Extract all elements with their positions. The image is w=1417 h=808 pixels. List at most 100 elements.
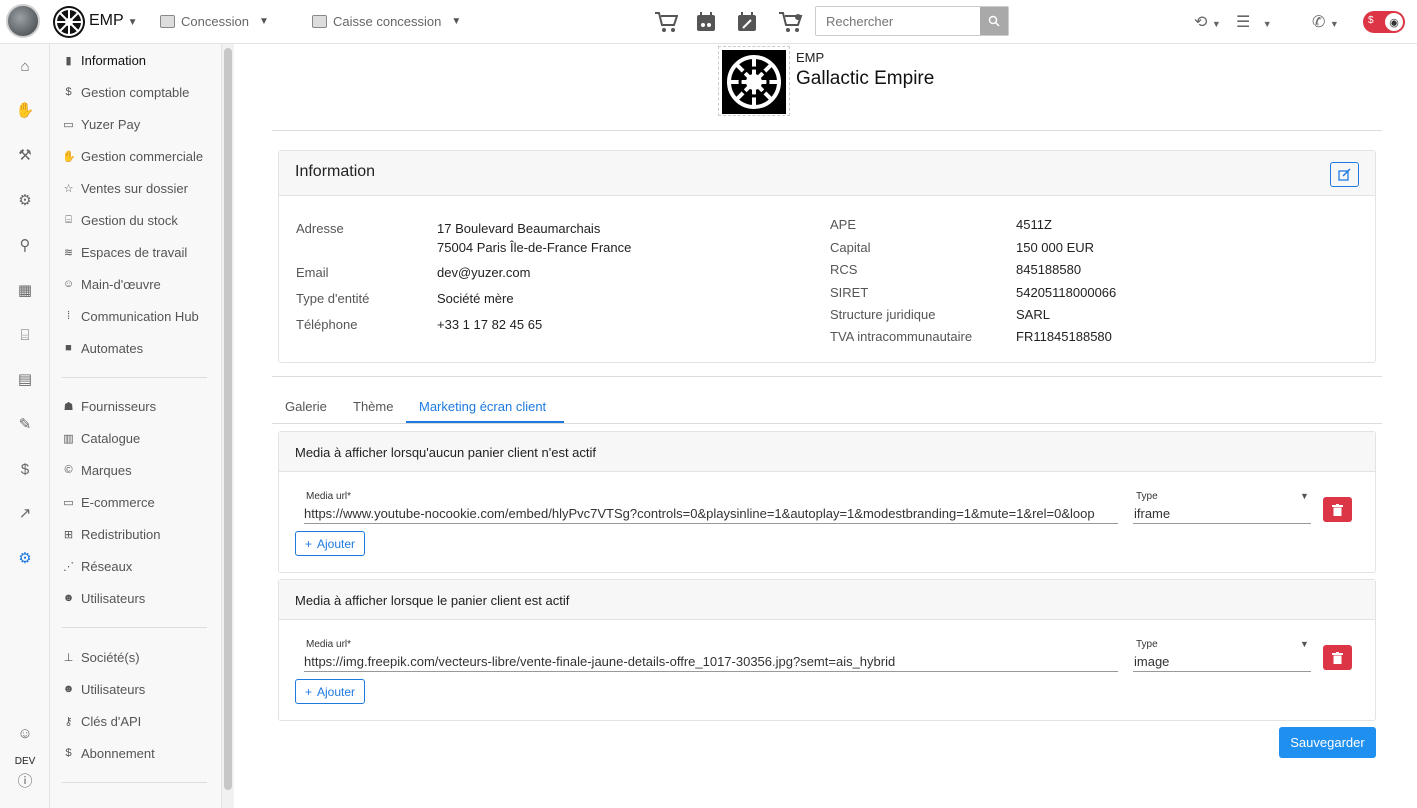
nodes-icon: ⋰: [63, 560, 74, 573]
media-url-label: Media url*: [306, 639, 352, 650]
delete-button[interactable]: [1323, 497, 1352, 522]
sidebar-item-label: E-commerce: [81, 494, 155, 510]
tasks-icon[interactable]: ☰ ▼: [1236, 12, 1272, 32]
sidebar-item-information[interactable]: ▮ Information: [62, 50, 146, 70]
add-media-button[interactable]: + Ajouter: [295, 679, 366, 704]
supplier-icon: ☗: [63, 400, 74, 413]
org-switcher[interactable]: EMP ▼: [89, 12, 138, 30]
sidebar-item-utilisateurs-2[interactable]: ☻ Utilisateurs: [62, 679, 146, 699]
tab-galerie[interactable]: Galerie: [285, 399, 327, 414]
sidebar-item-label: Catalogue: [81, 430, 141, 446]
scrollbar-thumb[interactable]: [224, 48, 232, 790]
wrench-icon[interactable]: ✎: [12, 413, 38, 435]
ape-label: APE: [830, 217, 857, 232]
building-icon: ▮: [65, 54, 72, 67]
sidebar-item-abonnement[interactable]: $ Abonnement: [62, 743, 154, 763]
phone-icon[interactable]: ✆ ▼: [1312, 12, 1339, 32]
phone-value: +33 1 17 82 45 65: [437, 317, 543, 332]
address-line1: 17 Boulevard Beaumarchais: [437, 221, 601, 236]
worker-icon[interactable]: ⚒: [12, 144, 38, 166]
icon-rail: ⌂ ✋ ⚒ ⚙ ⚲ ▦ ⌸ ▤ ✎ $ ↗ ⚙ ☺ DEV ⓘ: [0, 44, 50, 808]
cart-icon[interactable]: [653, 9, 679, 35]
trash-icon: [1332, 503, 1343, 516]
company-logo[interactable]: [718, 46, 790, 116]
settings-gears-icon[interactable]: ⚙: [12, 547, 38, 569]
org-logo-icon[interactable]: [53, 6, 85, 38]
tab-theme[interactable]: Thème: [353, 399, 393, 414]
dollar-icon: $: [65, 747, 72, 759]
information-title: Information: [295, 163, 376, 180]
sidebar-item-label: Gestion comptable: [81, 84, 190, 100]
calendar-moto-icon[interactable]: [693, 9, 719, 35]
edit-button[interactable]: [1330, 162, 1359, 187]
type-select[interactable]: iframe: [1134, 506, 1304, 521]
search-input[interactable]: [816, 7, 980, 35]
concession-menu[interactable]: Concession ▼: [160, 14, 269, 29]
star-icon: ☆: [63, 182, 74, 195]
info-icon[interactable]: ⓘ: [12, 769, 38, 791]
sidebar-item-espaces-de-travail[interactable]: ≋ Espaces de travail: [62, 242, 187, 262]
search-button[interactable]: [980, 7, 1008, 35]
motorcycle-icon[interactable]: ⚙: [12, 189, 38, 211]
sidebar-item-reseaux[interactable]: ⋰ Réseaux: [62, 556, 132, 576]
type-select[interactable]: image: [1134, 654, 1304, 669]
sidebar-item-catalogue[interactable]: ▥ Catalogue: [62, 428, 140, 448]
sidebar-item-communication-hub[interactable]: ⁞ Communication Hub: [62, 306, 199, 326]
boxes-icon[interactable]: ▦: [12, 279, 38, 301]
user-secret-icon[interactable]: ☺: [12, 722, 38, 744]
dollar-icon[interactable]: $: [12, 458, 38, 480]
delete-button[interactable]: [1323, 645, 1352, 670]
cart-moto-icon[interactable]: [778, 9, 804, 35]
key-icon: ⚷: [64, 715, 73, 728]
calendar-wrench-icon[interactable]: [734, 9, 760, 35]
sidebar-item-label: Société(s): [81, 649, 140, 665]
broadcast-icon: ⁞: [66, 310, 71, 322]
chart-line-icon[interactable]: ↗: [12, 502, 38, 524]
sidebar-divider: [62, 377, 207, 378]
sidebar-item-yuzer-pay[interactable]: ▭ Yuzer Pay: [62, 114, 140, 134]
legal-structure-value: SARL: [1016, 307, 1050, 322]
price-visibility-toggle[interactable]: $ ◉: [1363, 11, 1405, 33]
handshake-icon[interactable]: ✋: [12, 99, 38, 121]
add-label: Ajouter: [317, 684, 356, 699]
top-bar: EMP▼ Concession ▼ Caisse concession ▼ ⟲ …: [0, 0, 1417, 44]
add-media-button[interactable]: + Ajouter: [295, 531, 366, 556]
warehouse-icon[interactable]: ⌸: [12, 324, 38, 346]
sidebar-item-marques[interactable]: © Marques: [62, 460, 131, 480]
user-avatar[interactable]: [6, 4, 40, 38]
books-icon: ▥: [63, 432, 74, 445]
sidebar-item-gestion-du-stock[interactable]: ⌸ Gestion du stock: [62, 210, 178, 230]
sidebar-scrollbar[interactable]: [222, 44, 234, 808]
sidebar-item-main-d-oeuvre[interactable]: ☺ Main-d'œuvre: [62, 274, 161, 294]
sidebar-item-gestion-commerciale[interactable]: ✋ Gestion commerciale: [62, 146, 203, 166]
sidebar-item-cles-api[interactable]: ⚷ Clés d'API: [62, 711, 141, 731]
legal-structure-label: Structure juridique: [830, 307, 936, 322]
eye-icon: ◉: [1385, 13, 1403, 31]
divider: [272, 376, 1382, 377]
sidebar-item-fournisseurs[interactable]: ☗ Fournisseurs: [62, 396, 157, 416]
history-icon[interactable]: ⟲ ▼: [1194, 12, 1221, 32]
sidebar-item-redistribution[interactable]: ⊞ Redistribution: [62, 524, 161, 544]
search-box: [815, 6, 1009, 36]
media-url-input[interactable]: https://www.youtube-nocookie.com/embed/h…: [304, 506, 1118, 521]
media-active-title: Media à afficher lorsque le panier clien…: [295, 593, 570, 608]
ape-value: 4511Z: [1016, 217, 1052, 232]
sidebar-item-label: Clés d'API: [81, 713, 142, 729]
sidebar-item-societes[interactable]: ⊥ Société(s): [62, 647, 140, 667]
tab-marketing-ecran-client[interactable]: Marketing écran client: [419, 399, 546, 414]
sidebar-item-gestion-comptable[interactable]: $ Gestion comptable: [62, 82, 189, 102]
dollar-icon: $: [65, 86, 72, 98]
sidebar-item-ventes-sur-dossier[interactable]: ☆ Ventes sur dossier: [62, 178, 188, 198]
vat-value: FR11845188580: [1016, 329, 1112, 344]
sidebar-item-e-commerce[interactable]: ▭ E-commerce: [62, 492, 155, 512]
sidebar-item-utilisateurs[interactable]: ☻ Utilisateurs: [62, 588, 146, 608]
users-icon: ☻: [62, 683, 75, 695]
caisse-menu[interactable]: Caisse concession ▼: [312, 14, 461, 29]
calendar-icon[interactable]: ▤: [12, 368, 38, 390]
address-line2: 75004 Paris Île-de-France France: [437, 240, 632, 255]
media-url-input[interactable]: https://img.freepik.com/vecteurs-libre/v…: [304, 654, 1118, 669]
home-icon[interactable]: ⌂: [12, 55, 38, 77]
bicycle-icon[interactable]: ⚲: [12, 234, 38, 256]
save-button[interactable]: Sauvegarder: [1279, 727, 1376, 758]
sidebar-item-automates[interactable]: ■ Automates: [62, 338, 143, 358]
